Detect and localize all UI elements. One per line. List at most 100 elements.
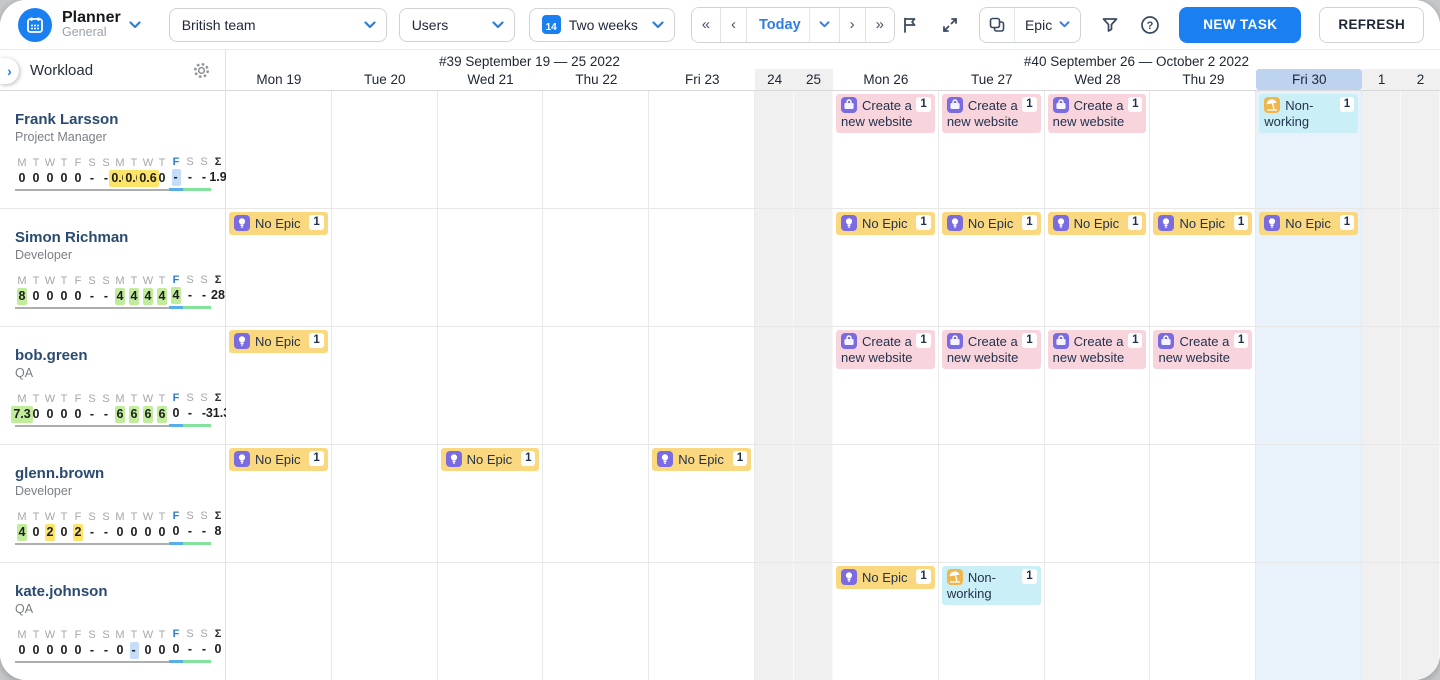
jump-forward-button[interactable]: » — [865, 8, 894, 42]
fullscreen-icon[interactable] — [939, 14, 961, 36]
day-cell[interactable]: No Epic1 — [833, 563, 939, 680]
day-cell[interactable] — [794, 327, 833, 444]
flag-icon[interactable] — [899, 14, 921, 36]
day-cell[interactable] — [332, 445, 438, 562]
task-chip[interactable]: Create a new website1 — [1048, 94, 1147, 133]
day-cell[interactable]: Non-working1 — [939, 563, 1045, 680]
day-cell[interactable] — [1401, 209, 1440, 326]
day-cell[interactable] — [1362, 445, 1401, 562]
day-cell[interactable] — [226, 91, 332, 208]
refresh-button[interactable]: REFRESH — [1319, 7, 1424, 43]
day-cell[interactable] — [1401, 91, 1440, 208]
prev-button[interactable]: ‹ — [720, 8, 746, 42]
task-chip[interactable]: No Epic1 — [1048, 212, 1147, 235]
day-cell[interactable] — [649, 91, 755, 208]
task-chip[interactable]: Create a new website1 — [1048, 330, 1147, 369]
user-name[interactable]: bob.green — [15, 347, 217, 364]
day-cell[interactable] — [1150, 563, 1256, 680]
epic-select[interactable]: Epic — [1015, 17, 1080, 33]
day-cell[interactable]: No Epic1 — [226, 327, 332, 444]
task-chip[interactable]: No Epic1 — [441, 448, 540, 471]
user-name[interactable]: kate.johnson — [15, 583, 217, 600]
day-cell[interactable] — [543, 327, 649, 444]
day-cell[interactable]: Non-working1 — [1256, 91, 1362, 208]
task-chip[interactable]: No Epic1 — [1259, 212, 1358, 235]
day-cell[interactable] — [332, 209, 438, 326]
day-cell[interactable] — [1362, 209, 1401, 326]
day-cell[interactable]: No Epic1 — [438, 445, 544, 562]
day-cell[interactable] — [1150, 445, 1256, 562]
filter-icon[interactable] — [1099, 14, 1121, 36]
day-cell[interactable]: Create a new website1 — [1045, 91, 1151, 208]
day-cell[interactable] — [939, 445, 1045, 562]
task-chip[interactable]: Create a new website1 — [1153, 330, 1252, 369]
day-cell[interactable] — [543, 445, 649, 562]
day-cell[interactable] — [1401, 563, 1440, 680]
day-cell[interactable] — [543, 563, 649, 680]
task-chip[interactable]: No Epic1 — [229, 330, 328, 353]
day-cell[interactable]: Create a new website1 — [833, 327, 939, 444]
day-cell[interactable] — [1150, 91, 1256, 208]
day-cell[interactable] — [438, 91, 544, 208]
day-cell[interactable] — [332, 563, 438, 680]
planner-logo-icon[interactable] — [18, 8, 52, 42]
user-name[interactable]: glenn.brown — [15, 465, 217, 482]
day-cell[interactable] — [438, 327, 544, 444]
task-chip[interactable]: No Epic1 — [229, 212, 328, 235]
next-button[interactable]: › — [839, 8, 865, 42]
day-cell[interactable]: No Epic1 — [833, 209, 939, 326]
day-cell[interactable] — [649, 563, 755, 680]
grouping-control[interactable]: Epic — [979, 7, 1081, 43]
day-cell[interactable] — [1256, 445, 1362, 562]
today-chevron-icon[interactable] — [809, 8, 839, 42]
day-cell[interactable] — [649, 327, 755, 444]
day-cell[interactable] — [755, 563, 794, 680]
day-cell[interactable] — [543, 91, 649, 208]
day-cell[interactable] — [438, 563, 544, 680]
epic-layers-icon[interactable] — [980, 8, 1015, 42]
task-chip[interactable]: No Epic1 — [652, 448, 751, 471]
task-chip[interactable]: Create a new website1 — [836, 94, 935, 133]
task-chip[interactable]: No Epic1 — [229, 448, 328, 471]
task-chip[interactable]: Create a new website1 — [942, 330, 1041, 369]
day-cell[interactable] — [438, 209, 544, 326]
task-chip[interactable]: Create a new website1 — [942, 94, 1041, 133]
task-chip[interactable]: No Epic1 — [836, 212, 935, 235]
app-switcher-chevron-icon[interactable] — [129, 16, 141, 34]
day-cell[interactable] — [332, 327, 438, 444]
day-cell[interactable]: No Epic1 — [939, 209, 1045, 326]
day-cell[interactable] — [1401, 445, 1440, 562]
day-cell[interactable] — [226, 563, 332, 680]
day-cell[interactable]: No Epic1 — [226, 445, 332, 562]
day-cell[interactable] — [1045, 563, 1151, 680]
day-cell[interactable] — [1401, 327, 1440, 444]
day-cell[interactable] — [755, 445, 794, 562]
day-cell[interactable] — [755, 327, 794, 444]
day-cell[interactable] — [794, 445, 833, 562]
day-cell[interactable]: Create a new website1 — [1150, 327, 1256, 444]
day-cell[interactable]: Create a new website1 — [833, 91, 939, 208]
day-cell[interactable] — [755, 209, 794, 326]
group-by-select[interactable]: Users — [399, 8, 515, 42]
day-cell[interactable] — [1362, 327, 1401, 444]
day-cell[interactable] — [833, 445, 939, 562]
day-cell[interactable]: No Epic1 — [1150, 209, 1256, 326]
task-chip[interactable]: Create a new website1 — [836, 330, 935, 369]
user-name[interactable]: Simon Richman — [15, 229, 217, 246]
day-cell[interactable] — [1362, 563, 1401, 680]
day-cell[interactable]: No Epic1 — [1256, 209, 1362, 326]
new-task-button[interactable]: NEW TASK — [1179, 7, 1301, 43]
team-select[interactable]: British team — [169, 8, 387, 42]
timespan-select[interactable]: 14 Two weeks — [529, 8, 675, 42]
day-cell[interactable] — [794, 91, 833, 208]
gear-icon[interactable] — [192, 61, 211, 80]
vacation-chip[interactable]: Non-working1 — [1259, 94, 1358, 133]
day-cell[interactable]: No Epic1 — [1045, 209, 1151, 326]
task-chip[interactable]: No Epic1 — [1153, 212, 1252, 235]
day-cell[interactable] — [649, 209, 755, 326]
day-cell[interactable] — [1362, 91, 1401, 208]
day-cell[interactable] — [794, 563, 833, 680]
task-chip[interactable]: No Epic1 — [836, 566, 935, 589]
day-cell[interactable] — [1256, 327, 1362, 444]
help-icon[interactable]: ? — [1139, 14, 1161, 36]
